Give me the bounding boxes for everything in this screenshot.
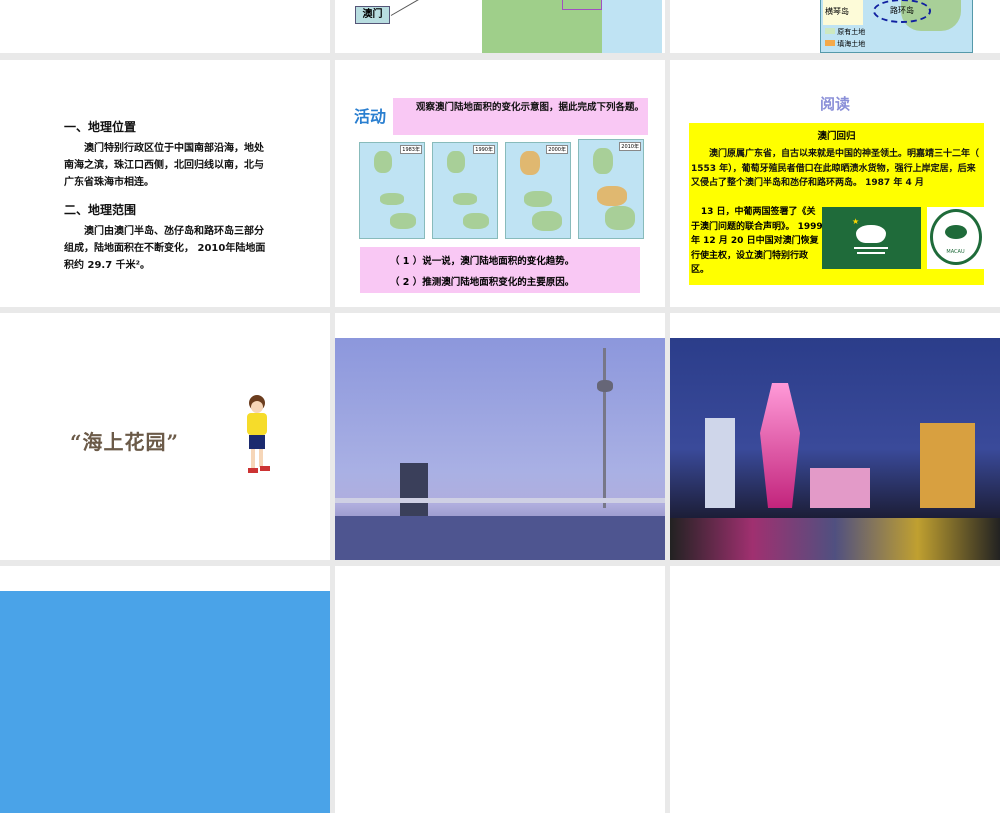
- hengqin-label: 横琴岛: [825, 7, 849, 16]
- heading-location: 一、地理位置: [64, 120, 137, 134]
- activity-title: 活动: [354, 107, 387, 126]
- para-location: 澳门特别行政区位于中国南部沿海，地处南海之滨，珠江口西侧，北回归线以南，北与广东…: [64, 143, 264, 188]
- slide-thumbnail-geography[interactable]: 一、地理位置 澳门特别行政区位于中国南部沿海，地处南海之滨，珠江口西侧，北回归线…: [0, 60, 330, 307]
- slide-thumbnail-1[interactable]: [0, 0, 330, 53]
- slide-thumbnail-next-3[interactable]: [670, 566, 1000, 813]
- photo: [0, 591, 330, 813]
- macau-tower-photo: [335, 338, 665, 560]
- slide-thumbnail-reading[interactable]: 阅读 澳门回归 澳门原属广东省，自古以来就是中国的神圣领土。明嘉靖三十二年（ 1…: [670, 60, 1000, 307]
- map-2010: 2010年: [578, 139, 644, 239]
- macau-night-photo: [670, 338, 1000, 560]
- question-2: （ 2 ）推测澳门陆地面积变化的主要原因。: [390, 277, 575, 288]
- reading-text-side: 13 日，中葡两国签署了《关于澳门问题的联合声明》。 1999 年 12 月 2…: [691, 207, 823, 275]
- macau-flag: ★: [822, 207, 921, 269]
- legend-reclaimed: 填海土地: [837, 40, 866, 48]
- reading-box: 澳门回归 澳门原属广东省，自古以来就是中国的神圣领土。明嘉靖三十二年（ 1553…: [689, 123, 984, 285]
- region-map: [482, 0, 662, 53]
- legend-original: 原有土地: [837, 28, 866, 36]
- slide-thumbnail-next-1[interactable]: [0, 566, 330, 813]
- map-1990: 1990年: [432, 142, 498, 239]
- slide-thumbnail-sea-garden[interactable]: “海上花园”: [0, 313, 330, 560]
- sea-garden-title: “海上花园”: [70, 430, 180, 454]
- slide-thumbnail-tower-photo[interactable]: [335, 313, 665, 560]
- reading-text-top: 澳门原属广东省，自古以来就是中国的神圣领土。明嘉靖三十二年（ 1553 年），葡…: [691, 149, 980, 188]
- activity-prompt: 观察澳门陆地面积的变化示意图，据此完成下列各题。: [393, 98, 648, 135]
- question-1: （ 1 ）说一说，澳门陆地面积的变化趋势。: [390, 256, 575, 267]
- coloane-label: 路环岛: [873, 0, 931, 23]
- slide-thumbnail-2[interactable]: 澳门: [335, 0, 665, 53]
- macau-emblem: MACAU: [927, 207, 984, 269]
- reading-title: 阅读: [819, 95, 850, 113]
- slide-thumbnail-activity[interactable]: 活动 观察澳门陆地面积的变化示意图，据此完成下列各题。 1983年 1990年 …: [335, 60, 665, 307]
- slide-thumbnail-next-2[interactable]: [335, 566, 665, 813]
- slide-thumbnail-night-photo[interactable]: [670, 313, 1000, 560]
- questions-box: （ 1 ）说一说，澳门陆地面积的变化趋势。 （ 2 ）推测澳门陆地面积变化的主要…: [360, 247, 640, 293]
- reclamation-map: 横琴岛 路环岛 原有土地 填海土地: [820, 0, 973, 53]
- cartoon-boy-illustration: [235, 395, 275, 480]
- slide-thumbnail-3[interactable]: 横琴岛 路环岛 原有土地 填海土地: [670, 0, 1000, 53]
- macau-label: 澳门: [355, 6, 390, 24]
- map-1983: 1983年: [359, 142, 425, 239]
- map-2000: 2000年: [505, 142, 571, 239]
- para-extent: 澳门由澳门半岛、氹仔岛和路环岛三部分组成，陆地面积在不断变化， 2010年陆地面…: [64, 226, 266, 271]
- heading-extent: 二、地理范围: [64, 203, 137, 217]
- pointer-line: [390, 0, 426, 16]
- reading-box-title: 澳门回归: [817, 131, 856, 142]
